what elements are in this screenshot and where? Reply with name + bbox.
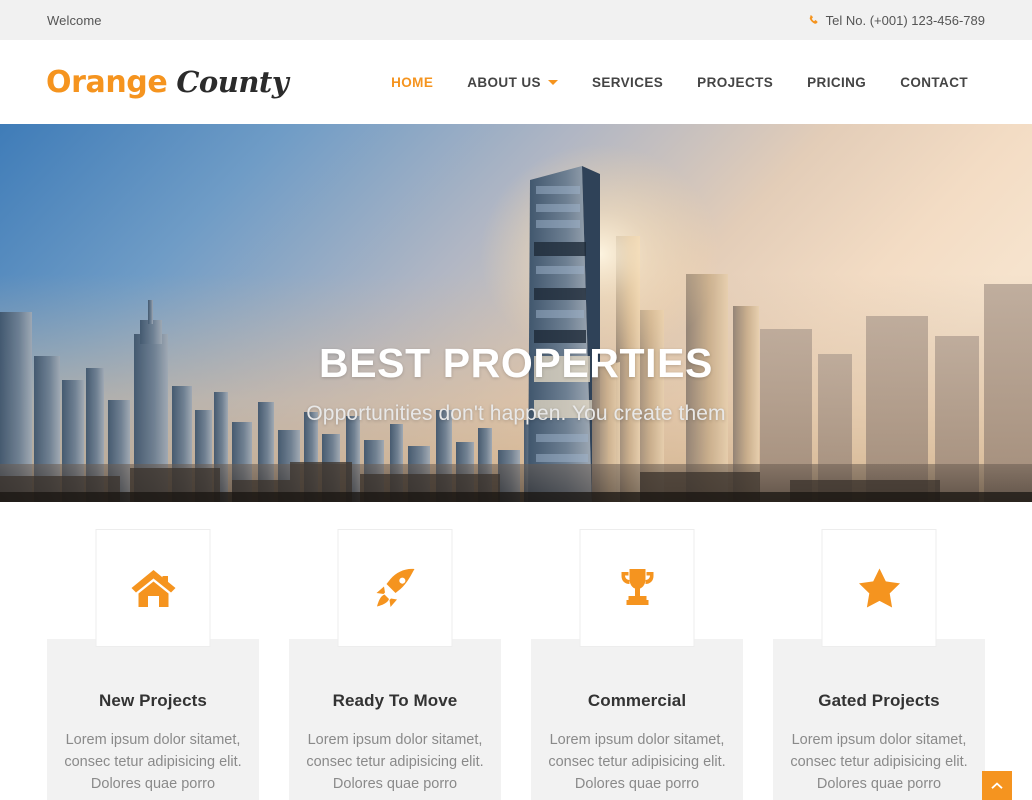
chevron-down-icon (547, 79, 558, 85)
hero-content: BEST PROPERTIES Opportunities don't happ… (0, 340, 1032, 426)
nav-item-projects[interactable]: PROJECTS (680, 75, 790, 90)
hero-subtitle: Opportunities don't happen. You create t… (306, 402, 726, 426)
feature-icon-box (579, 529, 695, 647)
feature-description: Lorem ipsum dolor sitamet, consec tetur … (548, 732, 726, 792)
scroll-to-top-button[interactable] (982, 771, 1012, 800)
feature-card-body: New Projects Lorem ipsum dolor sitamet, c… (47, 639, 259, 800)
nav-item-home[interactable]: HOME (374, 75, 450, 90)
features-section: New Projects Lorem ipsum dolor sitamet, c… (0, 502, 1032, 800)
feature-card: Commercial Lorem ipsum dolor sitamet, con… (531, 529, 743, 800)
phone-icon (808, 13, 820, 27)
logo-primary-text: Orange (46, 64, 168, 100)
nav-item-label: PROJECTS (697, 74, 774, 90)
site-header: Orange County HOME ABOUT US SERVICES PROJEC… (0, 40, 1032, 124)
feature-icon-box (95, 529, 211, 647)
nav-item-label: HOME (391, 74, 434, 90)
nav-item-label: PRICING (807, 74, 867, 90)
trophy-icon (617, 567, 657, 609)
nav-item-label: CONTACT (900, 74, 968, 90)
feature-card-body: Commercial Lorem ipsum dolor sitamet, con… (531, 639, 743, 800)
nav-item-pricing[interactable]: PRICING (790, 75, 883, 90)
telephone-info: Tel No. (+001) 123-456-789 (808, 13, 985, 28)
page-root: Welcome Tel No. (+001) 123-456-789 Orang… (0, 0, 1032, 800)
feature-card-body: Gated Projects Lorem ipsum dolor sitamet,… (773, 639, 985, 800)
hero-title: BEST PROPERTIES (318, 340, 713, 386)
feature-description: Lorem ipsum dolor sitamet, consec tetur … (64, 732, 242, 792)
nav-item-contact[interactable]: CONTACT (883, 75, 985, 90)
nav-item-about-us[interactable]: ABOUT US (450, 75, 575, 90)
feature-icon-box (821, 529, 937, 647)
feature-title: New Projects (99, 691, 207, 710)
site-logo[interactable]: Orange County (46, 64, 289, 100)
feature-icon-box (337, 529, 453, 647)
topbar: Welcome Tel No. (+001) 123-456-789 (0, 0, 1032, 40)
nav-item-label: ABOUT US (467, 74, 541, 90)
feature-description: Lorem ipsum dolor sitamet, consec tetur … (306, 732, 484, 792)
main-navigation: HOME ABOUT US SERVICES PROJECTS PRICING CONTA… (374, 75, 985, 90)
nav-item-label: SERVICES (591, 74, 664, 90)
feature-title: Gated Projects (818, 691, 940, 710)
hero-background-image (0, 124, 1032, 502)
welcome-text: Welcome (47, 12, 102, 28)
star-icon (857, 567, 901, 609)
chevron-up-icon (991, 782, 1003, 790)
feature-title: Ready To Move (332, 691, 458, 710)
feature-card: Ready To Move Lorem ipsum dolor sitamet, … (289, 529, 501, 800)
feature-card-body: Ready To Move Lorem ipsum dolor sitamet, … (289, 639, 501, 800)
nav-item-services[interactable]: SERVICES (575, 75, 680, 90)
telephone-number: Tel No. (+001) 123-456-789 (825, 12, 985, 28)
feature-description: Lorem ipsum dolor sitamet, consec tetur … (790, 732, 968, 792)
logo-secondary-text: County (176, 64, 289, 99)
hero-banner: BEST PROPERTIES Opportunities don't happ… (0, 124, 1032, 502)
feature-title: Commercial (587, 691, 687, 710)
feature-card: Gated Projects Lorem ipsum dolor sitamet,… (773, 529, 985, 800)
rocket-icon (373, 566, 417, 610)
feature-card: New Projects Lorem ipsum dolor sitamet, c… (47, 529, 259, 800)
home-icon (130, 567, 176, 609)
